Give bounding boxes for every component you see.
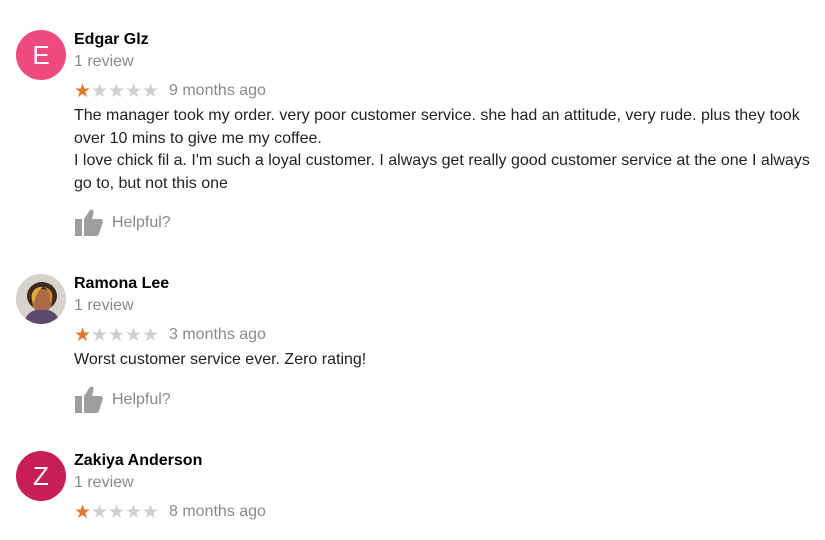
avatar[interactable] bbox=[16, 274, 66, 324]
thumbs-up-icon bbox=[75, 209, 103, 236]
thumbs-up-icon bbox=[75, 386, 103, 413]
review-text: Worst customer service ever. Zero rating… bbox=[74, 351, 367, 368]
star-rating: ★ ★ ★ ★ ★ bbox=[74, 503, 159, 522]
star-filled-icon: ★ bbox=[74, 80, 92, 102]
star-empty-icon: ★ bbox=[125, 80, 143, 102]
review-content: Ramona Lee 1 review ★ ★ ★ ★ ★ 3 months ago W… bbox=[74, 274, 817, 372]
avatar[interactable]: Z bbox=[16, 451, 66, 501]
star-empty-icon: ★ bbox=[91, 324, 109, 346]
star-empty-icon: ★ bbox=[142, 80, 160, 102]
helpful-label: Helpful? bbox=[112, 213, 171, 231]
star-empty-icon: ★ bbox=[125, 324, 143, 346]
rating-row: ★ ★ ★ ★ ★ 8 months ago bbox=[74, 502, 817, 522]
star-empty-icon: ★ bbox=[91, 80, 109, 102]
review-content: Zakiya Anderson 1 review ★ ★ ★ ★ ★ 8 months … bbox=[74, 451, 817, 522]
star-empty-icon: ★ bbox=[125, 501, 143, 523]
review-card: Z Zakiya Anderson 1 review ★ ★ ★ ★ ★ 8 month… bbox=[0, 451, 825, 531]
star-empty-icon: ★ bbox=[108, 324, 126, 346]
rating-row: ★ ★ ★ ★ ★ 3 months ago bbox=[74, 325, 817, 345]
star-empty-icon: ★ bbox=[142, 324, 160, 346]
profile-photo bbox=[16, 274, 66, 324]
star-filled-icon: ★ bbox=[74, 324, 92, 346]
review-count: 1 review bbox=[74, 53, 134, 70]
star-empty-icon: ★ bbox=[108, 501, 126, 523]
review-card: Ramona Lee 1 review ★ ★ ★ ★ ★ 3 months ago W… bbox=[0, 274, 825, 419]
star-empty-icon: ★ bbox=[142, 501, 160, 523]
review-card: E Edgar Glz 1 review ★ ★ ★ ★ ★ 9 months ago … bbox=[0, 30, 825, 245]
star-filled-icon: ★ bbox=[74, 501, 92, 523]
review-text: The manager took my order. very poor cus… bbox=[74, 107, 810, 192]
avatar[interactable]: E bbox=[16, 30, 66, 80]
reviewer-name[interactable]: Ramona Lee bbox=[74, 274, 817, 294]
star-empty-icon: ★ bbox=[108, 80, 126, 102]
star-rating: ★ ★ ★ ★ ★ bbox=[74, 82, 159, 101]
review-time: 8 months ago bbox=[169, 503, 266, 520]
review-time: 3 months ago bbox=[169, 326, 266, 343]
review-count: 1 review bbox=[74, 297, 134, 314]
review-time: 9 months ago bbox=[169, 82, 266, 99]
reviewer-name[interactable]: Edgar Glz bbox=[74, 30, 817, 50]
helpful-button[interactable]: Helpful? bbox=[75, 209, 171, 236]
review-count: 1 review bbox=[74, 474, 134, 491]
helpful-label: Helpful? bbox=[112, 390, 171, 408]
rating-row: ★ ★ ★ ★ ★ 9 months ago bbox=[74, 81, 817, 101]
star-empty-icon: ★ bbox=[91, 501, 109, 523]
star-rating: ★ ★ ★ ★ ★ bbox=[74, 326, 159, 345]
review-content: Edgar Glz 1 review ★ ★ ★ ★ ★ 9 months ago Th… bbox=[74, 30, 817, 195]
helpful-button[interactable]: Helpful? bbox=[75, 386, 171, 413]
reviewer-name[interactable]: Zakiya Anderson bbox=[74, 451, 817, 471]
